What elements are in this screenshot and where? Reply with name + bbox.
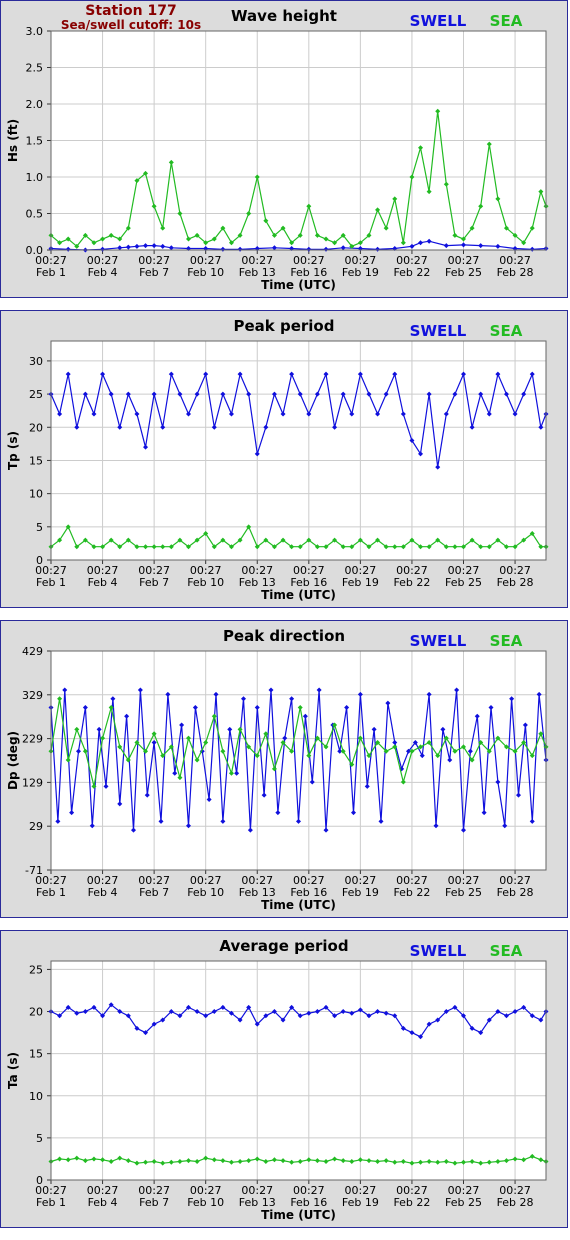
x-tick-date: Feb 19: [342, 266, 379, 279]
y-tick-label: 1.5: [26, 135, 44, 148]
x-tick-date: Feb 10: [187, 886, 224, 899]
x-tick-date: Feb 19: [342, 886, 379, 899]
y-tick-label: 229: [22, 733, 43, 746]
y-tick-label: 429: [22, 645, 43, 658]
x-tick-date: Feb 22: [393, 576, 430, 589]
chart-title: Peak period: [234, 317, 335, 335]
y-tick-label: 25: [29, 963, 43, 976]
y-tick-label: 5: [36, 521, 43, 534]
x-tick-date: Feb 7: [139, 576, 169, 589]
x-tick-date: Feb 19: [342, 576, 379, 589]
y-axis-label: Dp (deg): [6, 731, 20, 790]
legend-swell: SWELL: [410, 942, 467, 960]
x-axis-label: Time (UTC): [261, 898, 336, 912]
legend-sea: SEA: [490, 942, 523, 960]
x-axis-label: Time (UTC): [261, 588, 336, 602]
y-tick-label: 3.0: [26, 25, 44, 38]
legend-sea: SEA: [490, 12, 523, 30]
x-tick-date: Feb 19: [342, 1196, 379, 1209]
x-tick-date: Feb 22: [393, 1196, 430, 1209]
average-period-chart: 051015202500:27Feb 100:27Feb 400:27Feb 7…: [6, 937, 549, 1222]
legend-swell: SWELL: [410, 12, 467, 30]
legend-swell: SWELL: [410, 322, 467, 340]
x-tick-date: Feb 22: [393, 886, 430, 899]
peak-direction-panel: -71 29 129 229 329 429 00:27 Feb 1 00:27 Feb 4 00:…: [0, 620, 568, 918]
y-tick-label: 20: [29, 1006, 43, 1019]
x-tick-date: Feb 1: [36, 1196, 66, 1209]
station-name: Station 177: [85, 3, 176, 19]
x-tick-date: Feb 4: [88, 266, 118, 279]
x-tick-date: Feb 10: [187, 266, 224, 279]
y-axis-label: Ta (s): [6, 1052, 20, 1089]
wave-height-chart: 0.00.51.01.52.02.53.000:27Feb 100:27Feb …: [6, 3, 549, 292]
chart-title: Average period: [219, 937, 348, 955]
x-tick-date: Feb 25: [445, 1196, 482, 1209]
y-tick-label: 2.0: [26, 98, 44, 111]
peak-period-panel: 0 5 10 15 20 25 30 00:27 Feb 1 00:27 Feb 4 00:27 Feb…: [0, 310, 568, 608]
y-tick-label: 0.5: [26, 208, 44, 221]
y-tick-label: 10: [29, 488, 43, 501]
plot-area: [50, 960, 547, 1181]
y-axis-label: Hs (ft): [6, 119, 20, 162]
y-tick-label: 25: [29, 388, 43, 401]
y-tick-label: 30: [29, 355, 43, 368]
y-tick-label: 329: [22, 689, 43, 702]
x-tick-date: Feb 1: [36, 886, 66, 899]
x-tick-date: Feb 25: [445, 266, 482, 279]
x-tick-date: Feb 28: [497, 1196, 534, 1209]
x-tick-date: Feb 25: [445, 886, 482, 899]
wave-height-panel: 0.0 0.5 1.0 1.5 2.0 2.5 3.0 00:27 Feb 1 00:27 Feb …: [0, 0, 568, 298]
y-tick-label: 129: [22, 776, 43, 789]
sea-swell-cutoff: Sea/swell cutoff: 10s: [61, 18, 201, 32]
y-tick-label: 15: [29, 1048, 43, 1061]
y-tick-label: 2.5: [26, 62, 44, 75]
x-axis-label: Time (UTC): [261, 278, 336, 292]
x-tick-date: Feb 28: [497, 886, 534, 899]
x-tick-date: Feb 1: [36, 266, 66, 279]
x-tick-date: Feb 1: [36, 576, 66, 589]
x-tick-date: Feb 7: [139, 1196, 169, 1209]
y-tick-label: 20: [29, 421, 43, 434]
x-tick-date: Feb 10: [187, 576, 224, 589]
peak-direction-chart: -712912922932942900:27Feb 100:27Feb 400:…: [6, 627, 549, 912]
x-tick-date: Feb 4: [88, 1196, 118, 1209]
x-tick-date: Feb 28: [497, 266, 534, 279]
legend-swell: SWELL: [410, 632, 467, 650]
y-tick-label: 1.0: [26, 171, 44, 184]
chart-title: Wave height: [231, 7, 337, 25]
x-tick-date: Feb 7: [139, 886, 169, 899]
x-tick-date: Feb 4: [88, 576, 118, 589]
x-tick-date: Feb 28: [497, 576, 534, 589]
y-tick-label: 5: [36, 1132, 43, 1145]
x-axis-label: Time (UTC): [261, 1208, 336, 1222]
x-tick-date: Feb 22: [393, 266, 430, 279]
x-tick-date: Feb 25: [445, 576, 482, 589]
x-tick-date: Feb 10: [187, 1196, 224, 1209]
x-tick-date: Feb 4: [88, 886, 118, 899]
y-tick-label: 15: [29, 454, 43, 467]
legend-sea: SEA: [490, 632, 523, 650]
peak-period-chart: 05101520253000:27Feb 100:27Feb 400:27Feb…: [6, 317, 549, 602]
y-axis-label: Tp (s): [6, 431, 20, 470]
average-period-panel: 0 5 10 15 20 25 00:27 Feb 1 00:27 Feb 4 00:27 Feb 7…: [0, 930, 568, 1228]
y-tick-label: 29: [29, 820, 43, 833]
x-tick-date: Feb 7: [139, 266, 169, 279]
chart-title: Peak direction: [223, 627, 345, 645]
y-tick-label: 10: [29, 1090, 43, 1103]
legend-sea: SEA: [490, 322, 523, 340]
